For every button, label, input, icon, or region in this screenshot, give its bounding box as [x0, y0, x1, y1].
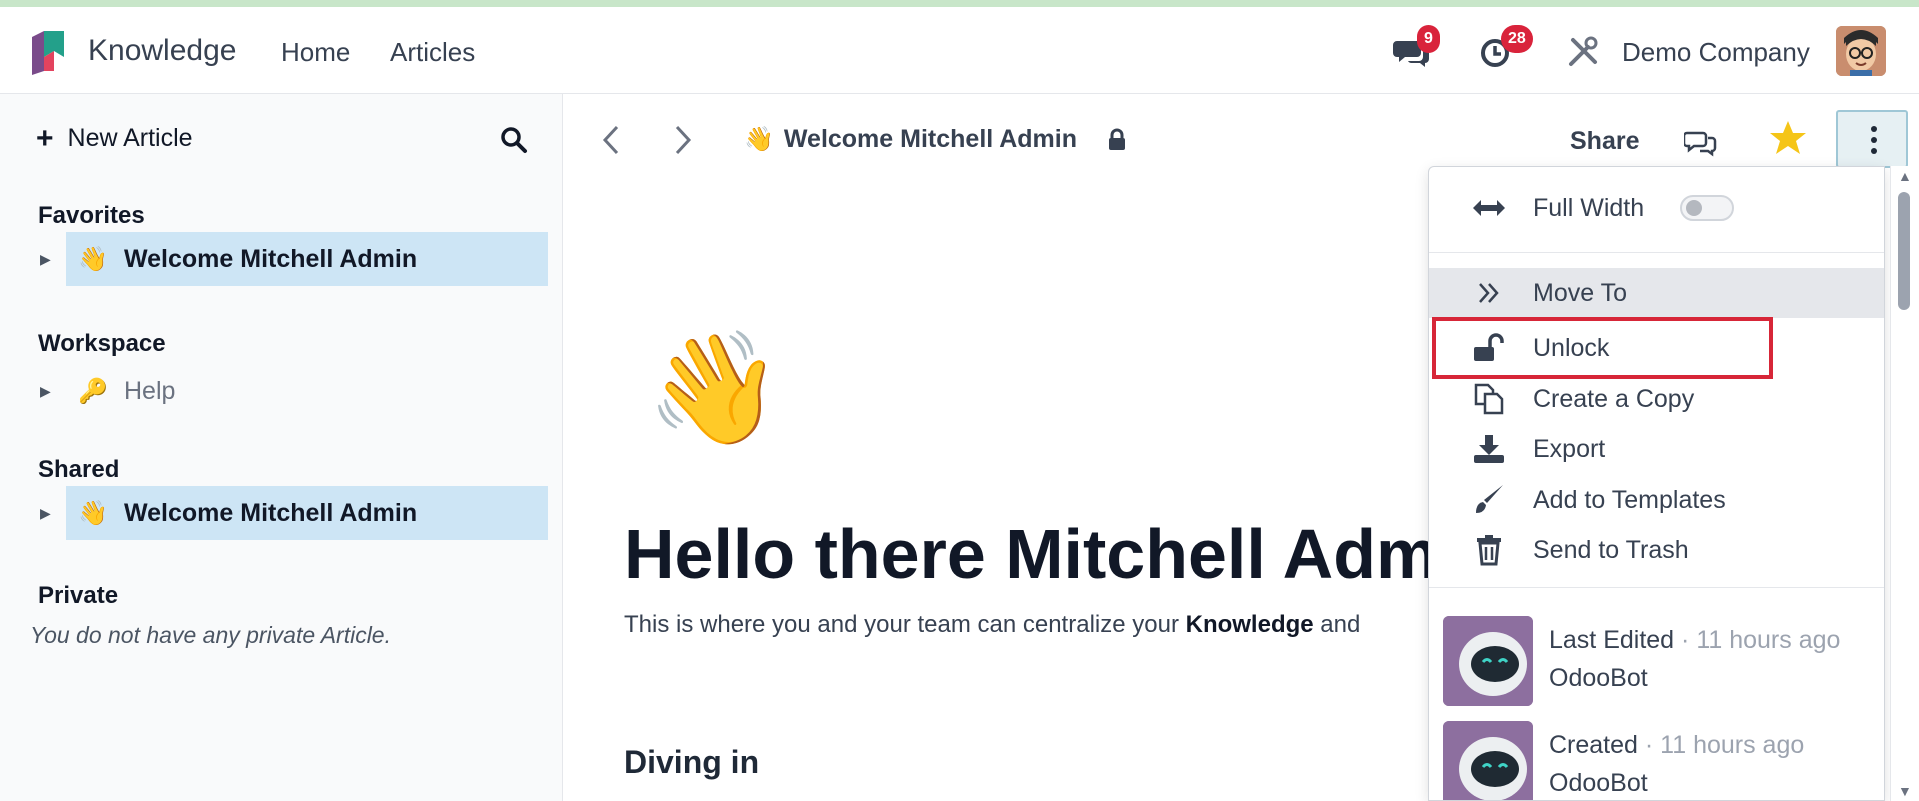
menu-item-label: Full Width [1533, 193, 1645, 222]
knowledge-logo-icon[interactable] [30, 27, 66, 77]
key-icon: 🔑 [78, 377, 108, 405]
caret-right-icon[interactable]: ▶ [40, 383, 66, 400]
menu-item-label: Create a Copy [1533, 384, 1695, 413]
sidebar-item-shared-welcome[interactable]: ▶ 👋 Welcome Mitchell Admin [40, 486, 548, 540]
menu-item-label: Export [1533, 434, 1606, 463]
odoobot-avatar [1443, 721, 1533, 800]
menu-item-label: Move To [1533, 278, 1628, 307]
article-options-menu: Full Width Move To Unlock Create a Copy … [1428, 166, 1885, 801]
share-button[interactable]: Share [1570, 127, 1639, 156]
lock-icon [1109, 128, 1125, 150]
scroll-thumb[interactable] [1898, 192, 1910, 310]
copy-icon [1469, 379, 1509, 419]
article-icon-waving-hand[interactable]: 👋 [646, 329, 783, 449]
created-time: · 11 hours ago [1644, 731, 1805, 759]
new-article-button[interactable]: + New Article [36, 121, 193, 155]
created-by: OdooBot [1549, 769, 1648, 797]
sidebar: + New Article Favorites ▶ 👋 Welcome Mitc… [0, 94, 563, 801]
comments-icon[interactable] [1684, 127, 1718, 157]
sidebar-item-help[interactable]: ▶ 🔑 Help [40, 364, 548, 418]
waving-hand-icon: 👋 [744, 126, 774, 153]
last-edited-by: OdooBot [1549, 664, 1648, 692]
scroll-down-icon[interactable]: ▼ [1898, 783, 1912, 799]
sidebar-item-label: Welcome Mitchell Admin [124, 498, 418, 527]
tools-icon [1569, 36, 1598, 66]
shared-title: Shared [38, 456, 120, 483]
menu-divider [1429, 252, 1884, 253]
menu-full-width[interactable]: Full Width [1429, 183, 1884, 233]
kebab-icon [1871, 126, 1877, 132]
forward-button[interactable] [673, 124, 693, 165]
nav-home[interactable]: Home [281, 37, 350, 68]
breadcrumb: 👋 Welcome Mitchell Admin [744, 125, 1127, 154]
workspace-title: Workspace [38, 330, 166, 357]
double-chevron-right-icon [1469, 273, 1509, 313]
nav-articles[interactable]: Articles [390, 37, 475, 68]
menu-move-to[interactable]: Move To [1429, 268, 1884, 318]
top-navbar: Knowledge Home Articles 9 28 Demo Compan… [0, 7, 1919, 94]
last-edited-time: · 11 hours ago [1681, 626, 1841, 654]
download-icon [1469, 429, 1509, 469]
menu-scrollbar[interactable]: ▲ ▼ [1890, 166, 1919, 801]
sidebar-item-label: Help [124, 376, 176, 405]
new-article-label: New Article [67, 124, 193, 152]
waving-hand-icon: 👋 [78, 245, 108, 273]
last-edited-label: Last Edited [1549, 626, 1675, 654]
menu-add-templates[interactable]: Add to Templates [1429, 475, 1884, 525]
settings-tools-button[interactable] [1566, 35, 1610, 79]
menu-export[interactable]: Export [1429, 424, 1884, 474]
article-title[interactable]: Hello there Mitchell Admin [624, 514, 1500, 594]
menu-divider [1429, 587, 1884, 588]
user-avatar-icon [1836, 26, 1886, 76]
odoobot-avatar [1443, 616, 1533, 706]
breadcrumb-title[interactable]: Welcome Mitchell Admin [784, 125, 1077, 154]
sidebar-item-favorite-welcome[interactable]: ▶ 👋 Welcome Mitchell Admin [40, 232, 548, 286]
favorites-title: Favorites [38, 202, 145, 229]
app-title[interactable]: Knowledge [88, 34, 236, 68]
search-icon[interactable] [500, 126, 528, 154]
company-switcher[interactable]: Demo Company [1622, 37, 1810, 68]
user-avatar[interactable] [1836, 26, 1886, 76]
menu-item-label: Add to Templates [1533, 485, 1726, 514]
activities-button[interactable]: 28 [1477, 25, 1533, 75]
last-edited-info: Last Edited · 11 hours ago OdooBot [1443, 616, 1873, 706]
caret-right-icon[interactable]: ▶ [40, 505, 66, 522]
arrows-horizontal-icon [1469, 188, 1509, 228]
back-button[interactable] [601, 124, 621, 165]
menu-send-trash[interactable]: Send to Trash [1429, 525, 1884, 575]
messages-badge: 9 [1417, 25, 1440, 53]
chevron-right-icon [675, 125, 692, 155]
caret-right-icon[interactable]: ▶ [40, 251, 66, 268]
created-label: Created [1549, 731, 1638, 759]
messages-button[interactable]: 9 [1393, 25, 1440, 75]
article-intro[interactable]: This is where you and your team can cent… [624, 611, 1360, 639]
private-empty-message: You do not have any private Article. [30, 622, 391, 648]
activities-badge: 28 [1501, 25, 1533, 53]
favorite-star-icon[interactable] [1769, 120, 1807, 156]
plus-icon: + [36, 121, 54, 155]
chevron-left-icon [602, 125, 619, 155]
section-heading[interactable]: Diving in [624, 744, 759, 781]
scroll-up-icon[interactable]: ▲ [1898, 168, 1912, 184]
menu-item-label: Send to Trash [1533, 535, 1689, 564]
private-title: Private [38, 582, 119, 609]
created-info: Created · 11 hours ago OdooBot [1443, 721, 1873, 800]
full-width-toggle[interactable] [1680, 195, 1734, 221]
more-options-button[interactable] [1836, 110, 1908, 168]
paintbrush-icon [1469, 480, 1509, 520]
unlock-highlight-box [1432, 317, 1773, 379]
menu-create-copy[interactable]: Create a Copy [1429, 374, 1884, 424]
top-strip [0, 0, 1919, 7]
waving-hand-icon: 👋 [78, 499, 108, 527]
sidebar-item-label: Welcome Mitchell Admin [124, 244, 418, 273]
trash-icon [1469, 530, 1509, 570]
